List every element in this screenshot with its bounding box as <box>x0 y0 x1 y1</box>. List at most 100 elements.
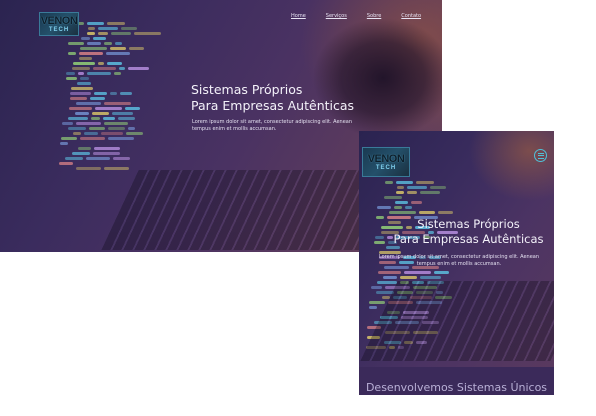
code-line <box>73 132 82 135</box>
code-line <box>65 157 84 160</box>
code-line <box>106 62 122 65</box>
code-line <box>91 117 101 120</box>
code-line <box>107 22 125 25</box>
code-line <box>92 37 106 40</box>
code-line <box>84 132 99 135</box>
code-line <box>86 157 111 160</box>
code-line <box>118 117 136 120</box>
code-line <box>58 162 73 165</box>
code-line <box>129 47 144 50</box>
code-line <box>80 37 90 40</box>
code-line <box>105 52 130 55</box>
code-line <box>396 181 413 184</box>
code-line <box>92 152 120 155</box>
code-line <box>103 117 116 120</box>
hero-title: Sistemas Próprios Para Empresas Autêntic… <box>191 82 354 115</box>
code-line <box>405 206 412 209</box>
code-line <box>97 27 118 30</box>
code-line <box>87 72 111 75</box>
hero-title-line-2: Para Empresas Autênticas <box>393 231 544 246</box>
nav-sobre[interactable]: Sobre <box>367 13 381 19</box>
nav-home[interactable]: Home <box>291 13 306 19</box>
code-line <box>111 32 132 35</box>
code-line <box>104 167 130 170</box>
code-line <box>400 276 418 279</box>
code-line <box>394 206 402 209</box>
code-line <box>420 191 441 194</box>
code-line <box>79 57 93 60</box>
code-line <box>411 201 423 204</box>
code-line <box>403 271 431 274</box>
code-line <box>76 122 101 125</box>
code-line <box>95 107 123 110</box>
code-line <box>101 132 124 135</box>
code-line <box>90 97 105 100</box>
code-line <box>126 132 144 135</box>
code-line <box>383 196 402 199</box>
code-line <box>94 92 108 95</box>
code-line <box>68 117 89 120</box>
code-line <box>377 206 391 209</box>
code-line <box>107 127 125 130</box>
code-line <box>416 181 434 184</box>
hero-title-line-2: Para Empresas Autênticas <box>191 98 355 114</box>
code-line <box>377 271 401 274</box>
services-section: Desenvolvemos Sistemas Únicos <box>359 367 554 395</box>
code-line <box>406 186 427 189</box>
code-line <box>107 137 134 140</box>
code-line <box>383 276 398 279</box>
code-line <box>437 211 453 214</box>
code-line <box>79 137 105 140</box>
code-line <box>69 107 93 110</box>
code-line <box>369 301 386 304</box>
code-line <box>111 112 133 115</box>
code-line <box>396 186 404 189</box>
logo[interactable]: VENON TECH <box>39 12 79 36</box>
mobile-screenshot: VENON TECH Sistemas Próprios Para Empres… <box>359 131 554 395</box>
code-line <box>93 67 117 70</box>
code-line <box>78 52 103 55</box>
code-line <box>119 67 126 70</box>
code-line <box>407 191 418 194</box>
code-line <box>120 92 133 95</box>
code-line <box>104 42 113 45</box>
hero-title-line-1: Sistemas Próprios <box>417 217 520 231</box>
code-line <box>70 87 93 90</box>
code-line <box>72 67 91 70</box>
code-line <box>67 52 76 55</box>
code-line <box>94 147 120 150</box>
code-line <box>429 186 446 189</box>
code-line <box>418 211 435 214</box>
code-line <box>120 27 137 30</box>
code-line <box>395 201 409 204</box>
code-line <box>78 72 84 75</box>
code-line <box>79 77 89 80</box>
code-line <box>103 102 131 105</box>
code-line <box>433 271 449 274</box>
nav-contato[interactable]: Contato <box>401 13 421 19</box>
code-line <box>134 32 162 35</box>
code-line <box>97 62 104 65</box>
nav-servicos[interactable]: Serviços <box>326 13 347 19</box>
logo[interactable]: VENON TECH <box>362 147 410 177</box>
code-line <box>87 42 102 45</box>
code-line <box>75 102 101 105</box>
code-line <box>60 142 69 145</box>
code-line <box>104 122 128 125</box>
code-line <box>388 211 416 214</box>
hamburger-icon[interactable] <box>534 149 547 162</box>
code-line <box>369 306 377 309</box>
code-line <box>113 157 131 160</box>
code-line <box>110 92 118 95</box>
hero-description: Lorem ipsum dolor sit amet, consectetur … <box>378 254 540 268</box>
code-line <box>396 191 405 194</box>
main-nav: Home Serviços Sobre Contato <box>271 13 421 19</box>
code-line <box>420 276 442 279</box>
code-line <box>80 47 107 50</box>
code-line <box>98 32 109 35</box>
code-line <box>66 72 75 75</box>
section-title: Desenvolvemos Sistemas Únicos <box>365 381 548 394</box>
code-line <box>76 167 102 170</box>
code-line <box>125 107 141 110</box>
code-line <box>87 22 104 25</box>
